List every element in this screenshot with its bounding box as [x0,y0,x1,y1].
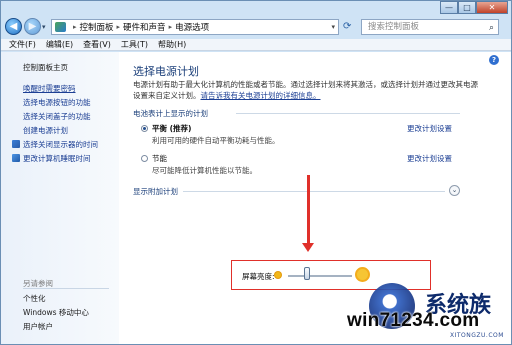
watermark-small-text: XITONGZU.COM [450,332,504,339]
bright-sun-icon [357,269,368,280]
annotation-arrow-shaft [307,175,310,245]
plan-power-saver-radio[interactable] [141,155,148,162]
breadcrumb-control-panel[interactable]: 控制面板 [80,21,114,33]
address-dropdown-icon[interactable]: ▾ [331,23,335,31]
search-input[interactable]: 搜索控制面板 ⌕ [361,19,499,35]
menu-file[interactable]: 文件(F) [9,39,36,50]
power-plan-info-link[interactable]: 请告诉我有关电源计划的详细信息。 [201,91,321,100]
help-icon[interactable]: ? [489,55,499,65]
plan-power-saver-name[interactable]: 节能 [152,153,167,164]
plan-balanced-radio[interactable] [141,125,148,132]
breadcrumb-power-options[interactable]: 电源选项 [175,21,209,33]
see-also-personalization[interactable]: 个性化 [23,293,46,304]
plan-balanced-name[interactable]: 平衡 (推荐) [152,123,191,134]
additional-plans-heading[interactable]: 显示附加计划 [133,186,178,197]
plan-balanced-change-settings-link[interactable]: 更改计划设置 [407,123,452,134]
sidebar-item-lid[interactable]: 选择关闭盖子的功能 [23,111,91,122]
close-button[interactable]: ✕ [476,1,508,14]
minimize-button[interactable]: — [440,1,458,14]
breadcrumb-separator-icon[interactable]: ▸ [73,23,77,31]
menu-bar: 文件(F) 编辑(E) 查看(V) 工具(T) 帮助(H) [1,39,511,51]
control-panel-window: — □ ✕ ◀ ▶ ▾ ▸ 控制面板 ▸ 硬件和声音 ▸ 电源选项 ▾ ⟳ 搜索… [0,0,512,345]
breadcrumb-separator-icon[interactable]: ▸ [169,23,173,31]
window-controls: — □ ✕ [440,1,508,14]
back-button[interactable]: ◀ [5,18,22,35]
monitor-icon [12,140,20,148]
moon-icon [12,154,20,162]
search-icon[interactable]: ⌕ [489,21,494,35]
expand-chevron-down-icon[interactable]: ⌄ [449,185,460,196]
sidebar-item-display-off[interactable]: 选择关闭显示器的时间 [12,139,98,150]
search-placeholder: 搜索控制面板 [368,22,420,32]
sidebar: 控制面板主页 唤醒时需要密码 选择电源按钮的功能 选择关闭盖子的功能 创建电源计… [1,52,119,344]
address-bar[interactable]: ▸ 控制面板 ▸ 硬件和声音 ▸ 电源选项 ▾ [51,19,339,35]
plan-power-saver-description: 尽可能降低计算机性能以节能。 [152,166,257,175]
page-description: 电源计划有助于最大化计算机的性能或者节能。通过选择计划来将其激活，或选择计划并通… [133,79,483,101]
breadcrumb-hardware-sound[interactable]: 硬件和声音 [123,21,166,33]
sidebar-item-wake-password[interactable]: 唤醒时需要密码 [23,83,76,94]
refresh-icon[interactable]: ⟳ [343,21,351,32]
brightness-slider-track[interactable] [288,275,352,277]
sidebar-item-create-plan[interactable]: 创建电源计划 [23,125,68,136]
forward-button[interactable]: ▶ [24,18,41,35]
watermark-site: win71234.com [347,310,480,331]
group-divider [236,113,460,114]
maximize-button[interactable]: □ [458,1,476,14]
see-also-divider [23,288,109,289]
menu-edit[interactable]: 编辑(E) [46,39,73,50]
brightness-label: 屏幕亮度: [242,272,275,281]
sidebar-item-display-off-label: 选择关闭显示器的时间 [23,140,98,149]
sidebar-item-sleep-time-label: 更改计算机睡眠时间 [23,154,91,163]
annotation-arrow-head [302,243,314,252]
menu-tools[interactable]: 工具(T) [121,39,148,50]
breadcrumb-separator-icon[interactable]: ▸ [117,23,121,31]
control-panel-icon [55,22,66,32]
dim-sun-icon [275,272,281,278]
menu-view[interactable]: 查看(V) [83,39,111,50]
address-row: ◀ ▶ ▾ ▸ 控制面板 ▸ 硬件和声音 ▸ 电源选项 ▾ ⟳ 搜索控制面板 ⌕ [1,15,511,39]
sidebar-item-power-button[interactable]: 选择电源按钮的功能 [23,97,91,108]
see-also-user-accounts[interactable]: 用户帐户 [23,321,53,332]
additional-plans-divider [183,191,445,192]
sidebar-item-sleep-time[interactable]: 更改计算机睡眠时间 [12,153,91,164]
see-also-mobility-center[interactable]: Windows 移动中心 [23,307,89,318]
brightness-slider-thumb[interactable] [304,267,311,280]
plan-balanced-description: 利用可用的硬件自动平衡功耗与性能。 [152,136,280,145]
title-bar: — □ ✕ [1,1,511,15]
menu-help[interactable]: 帮助(H) [158,39,186,50]
history-dropdown-icon[interactable]: ▾ [42,23,46,31]
sidebar-item-home[interactable]: 控制面板主页 [23,62,68,73]
page-title: 选择电源计划 [133,65,199,78]
plan-power-saver-change-settings-link[interactable]: 更改计划设置 [407,153,452,164]
battery-meter-plans-heading: 电池表计上显示的计划 [133,109,208,118]
